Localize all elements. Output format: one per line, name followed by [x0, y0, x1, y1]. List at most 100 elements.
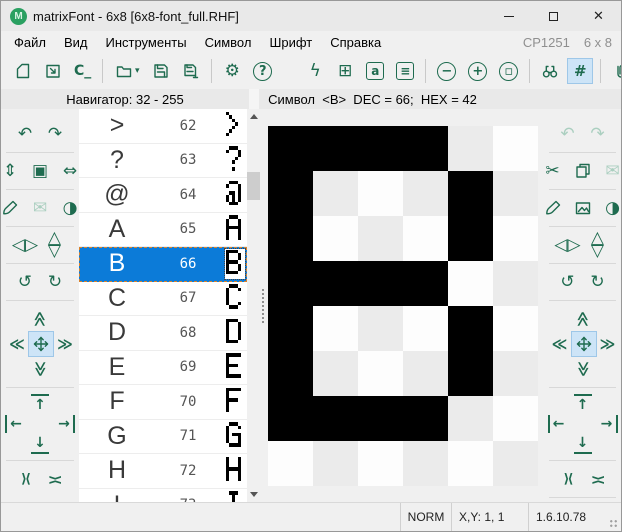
grid-toggle-icon[interactable]: #: [568, 59, 592, 83]
shift-up-icon[interactable]: ≪: [571, 307, 595, 331]
attachment-icon[interactable]: [609, 59, 622, 83]
shift-down-icon[interactable]: ≪: [28, 357, 52, 381]
scroll-thumb[interactable]: [247, 172, 260, 200]
redo-icon[interactable]: ↷: [43, 122, 67, 146]
char-height-icon[interactable]: ⇕: [1, 159, 22, 183]
navigator-row[interactable]: F70: [79, 385, 247, 420]
shift-up-icon[interactable]: ≪: [28, 307, 52, 331]
clear-char-icon[interactable]: [1, 196, 22, 220]
pixel-cell[interactable]: [493, 171, 538, 216]
pixel-cell[interactable]: [268, 351, 313, 396]
navigator-row[interactable]: D68: [79, 316, 247, 351]
squeeze-vertical-icon[interactable]: ⟩⟨: [43, 467, 67, 491]
pixel-cell[interactable]: [358, 261, 403, 306]
redo-icon[interactable]: ↷: [586, 122, 610, 146]
navigator-row[interactable]: B66: [79, 247, 247, 282]
pixel-cell[interactable]: [403, 396, 448, 441]
pixel-cell[interactable]: [358, 396, 403, 441]
zoom-in-icon[interactable]: +: [468, 62, 487, 81]
resize-grip[interactable]: [607, 503, 621, 531]
zoom-out-icon[interactable]: −: [437, 62, 456, 81]
open-font-icon[interactable]: ▾: [111, 59, 143, 83]
char-map-icon[interactable]: ⊞: [333, 59, 357, 83]
dropdown-arrow-icon[interactable]: ▾: [135, 66, 140, 76]
save-font-as-icon[interactable]: [179, 59, 203, 83]
navigator-row[interactable]: E69: [79, 351, 247, 386]
pixel-cell[interactable]: [403, 306, 448, 351]
shift-left-icon[interactable]: ≪: [548, 332, 572, 356]
pixel-cell[interactable]: [268, 216, 313, 261]
minimize-button[interactable]: [486, 1, 531, 31]
clear-char-icon[interactable]: [544, 196, 565, 220]
navigator-row[interactable]: H72: [79, 454, 247, 489]
scroll-up-button[interactable]: [247, 109, 260, 124]
pixel-cell[interactable]: [493, 441, 538, 486]
shift-right-icon[interactable]: ≫: [53, 332, 77, 356]
rotate-right-icon[interactable]: ↻: [43, 270, 67, 294]
navigator-row[interactable]: ?63: [79, 144, 247, 179]
paste-char-icon[interactable]: ✉: [28, 196, 52, 220]
snap-top-icon[interactable]: ↑: [31, 394, 49, 414]
pixel-cell[interactable]: [268, 441, 313, 486]
shift-down-icon[interactable]: ≪: [571, 357, 595, 381]
import-font-icon[interactable]: [41, 59, 65, 83]
pixel-cell[interactable]: [403, 171, 448, 216]
new-from-system-font-icon[interactable]: C_: [71, 59, 94, 83]
pixel-cell[interactable]: [313, 396, 358, 441]
pixel-cell[interactable]: [268, 396, 313, 441]
squeeze-horizontal-icon[interactable]: ⟩⟨: [556, 467, 580, 491]
flip-horizontal-icon[interactable]: ◁▷: [556, 233, 580, 257]
close-button[interactable]: ✕: [576, 1, 621, 31]
flip-horizontal-icon[interactable]: ◁▷: [13, 233, 37, 257]
pixel-cell[interactable]: [403, 261, 448, 306]
squeeze-vertical-icon[interactable]: ⟩⟨: [586, 467, 610, 491]
navigator-row[interactable]: G71: [79, 420, 247, 455]
pixel-cell[interactable]: [358, 171, 403, 216]
move-center-icon[interactable]: [572, 332, 596, 356]
pixel-cell[interactable]: [313, 351, 358, 396]
pixel-cell[interactable]: [448, 306, 493, 351]
navigator-row[interactable]: A65: [79, 213, 247, 248]
navigator-row[interactable]: C67: [79, 282, 247, 317]
menu-item-4[interactable]: Шрифт: [260, 35, 321, 50]
pixel-cell[interactable]: [493, 261, 538, 306]
snap-top-icon[interactable]: ↑: [574, 394, 592, 414]
new-font-icon[interactable]: [11, 59, 35, 83]
help-icon[interactable]: ?: [253, 62, 272, 81]
pixel-cell[interactable]: [493, 306, 538, 351]
save-font-icon[interactable]: [149, 59, 173, 83]
pixel-cell[interactable]: [403, 441, 448, 486]
menu-item-3[interactable]: Символ: [196, 35, 261, 50]
shift-left-icon[interactable]: ≪: [5, 332, 29, 356]
pixel-cell[interactable]: [268, 306, 313, 351]
pixel-cell[interactable]: [448, 171, 493, 216]
pixel-cell[interactable]: [358, 126, 403, 171]
pixel-cell[interactable]: [493, 351, 538, 396]
pixel-cell[interactable]: [313, 126, 358, 171]
crop-icon[interactable]: ▣: [28, 159, 52, 183]
menu-item-2[interactable]: Инструменты: [97, 35, 196, 50]
preview-char-icon[interactable]: a: [366, 62, 384, 80]
snap-bottom-icon[interactable]: ↓: [31, 434, 49, 454]
cut-icon[interactable]: ✂: [544, 159, 565, 183]
snap-bottom-icon[interactable]: ↓: [574, 434, 592, 454]
flip-vertical-icon[interactable]: ◁▷: [43, 233, 67, 257]
pixel-cell[interactable]: [313, 441, 358, 486]
squeeze-horizontal-icon[interactable]: ⟩⟨: [13, 467, 37, 491]
rotate-right-icon[interactable]: ↻: [586, 270, 610, 294]
maximize-button[interactable]: [531, 1, 576, 31]
move-center-icon[interactable]: [29, 332, 53, 356]
pixel-cell[interactable]: [403, 216, 448, 261]
pixel-cell[interactable]: [403, 126, 448, 171]
copy-icon[interactable]: [571, 159, 595, 183]
shift-right-icon[interactable]: ≫: [596, 332, 620, 356]
pixel-cell[interactable]: [448, 396, 493, 441]
char-width-icon[interactable]: ⇔: [58, 159, 79, 183]
rotate-left-icon[interactable]: ↺: [13, 270, 37, 294]
glyph-editor-canvas[interactable]: [266, 109, 544, 502]
navigator-scrollbar[interactable]: [247, 109, 260, 502]
pixel-cell[interactable]: [448, 126, 493, 171]
pixel-cell[interactable]: [493, 396, 538, 441]
settings-gear-icon[interactable]: ⚙: [220, 59, 244, 83]
paste-icon[interactable]: ✉: [601, 159, 622, 183]
